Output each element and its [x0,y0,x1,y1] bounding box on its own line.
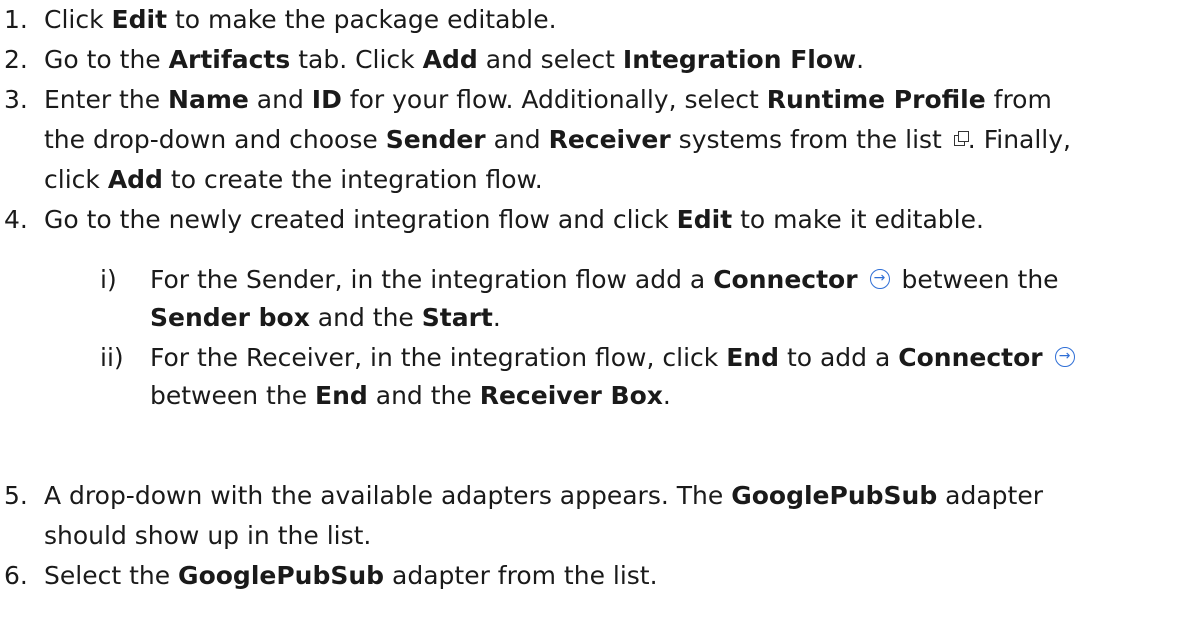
step-number: 2. [4,45,28,74]
step-number: 6. [4,561,28,590]
step-number: 5. [4,481,28,510]
arrow-circle-icon [869,269,890,289]
substep-number: i) [100,265,117,294]
arrow-circle-icon [1054,347,1075,367]
step-number: 1. [4,5,28,34]
external-link-icon[interactable] [953,131,969,146]
step-number: 3. [4,85,28,114]
substep-number: ii) [100,343,124,372]
instructions-document: 1. Click Edit to make the package editab… [0,0,1180,632]
step-number: 4. [4,205,28,234]
